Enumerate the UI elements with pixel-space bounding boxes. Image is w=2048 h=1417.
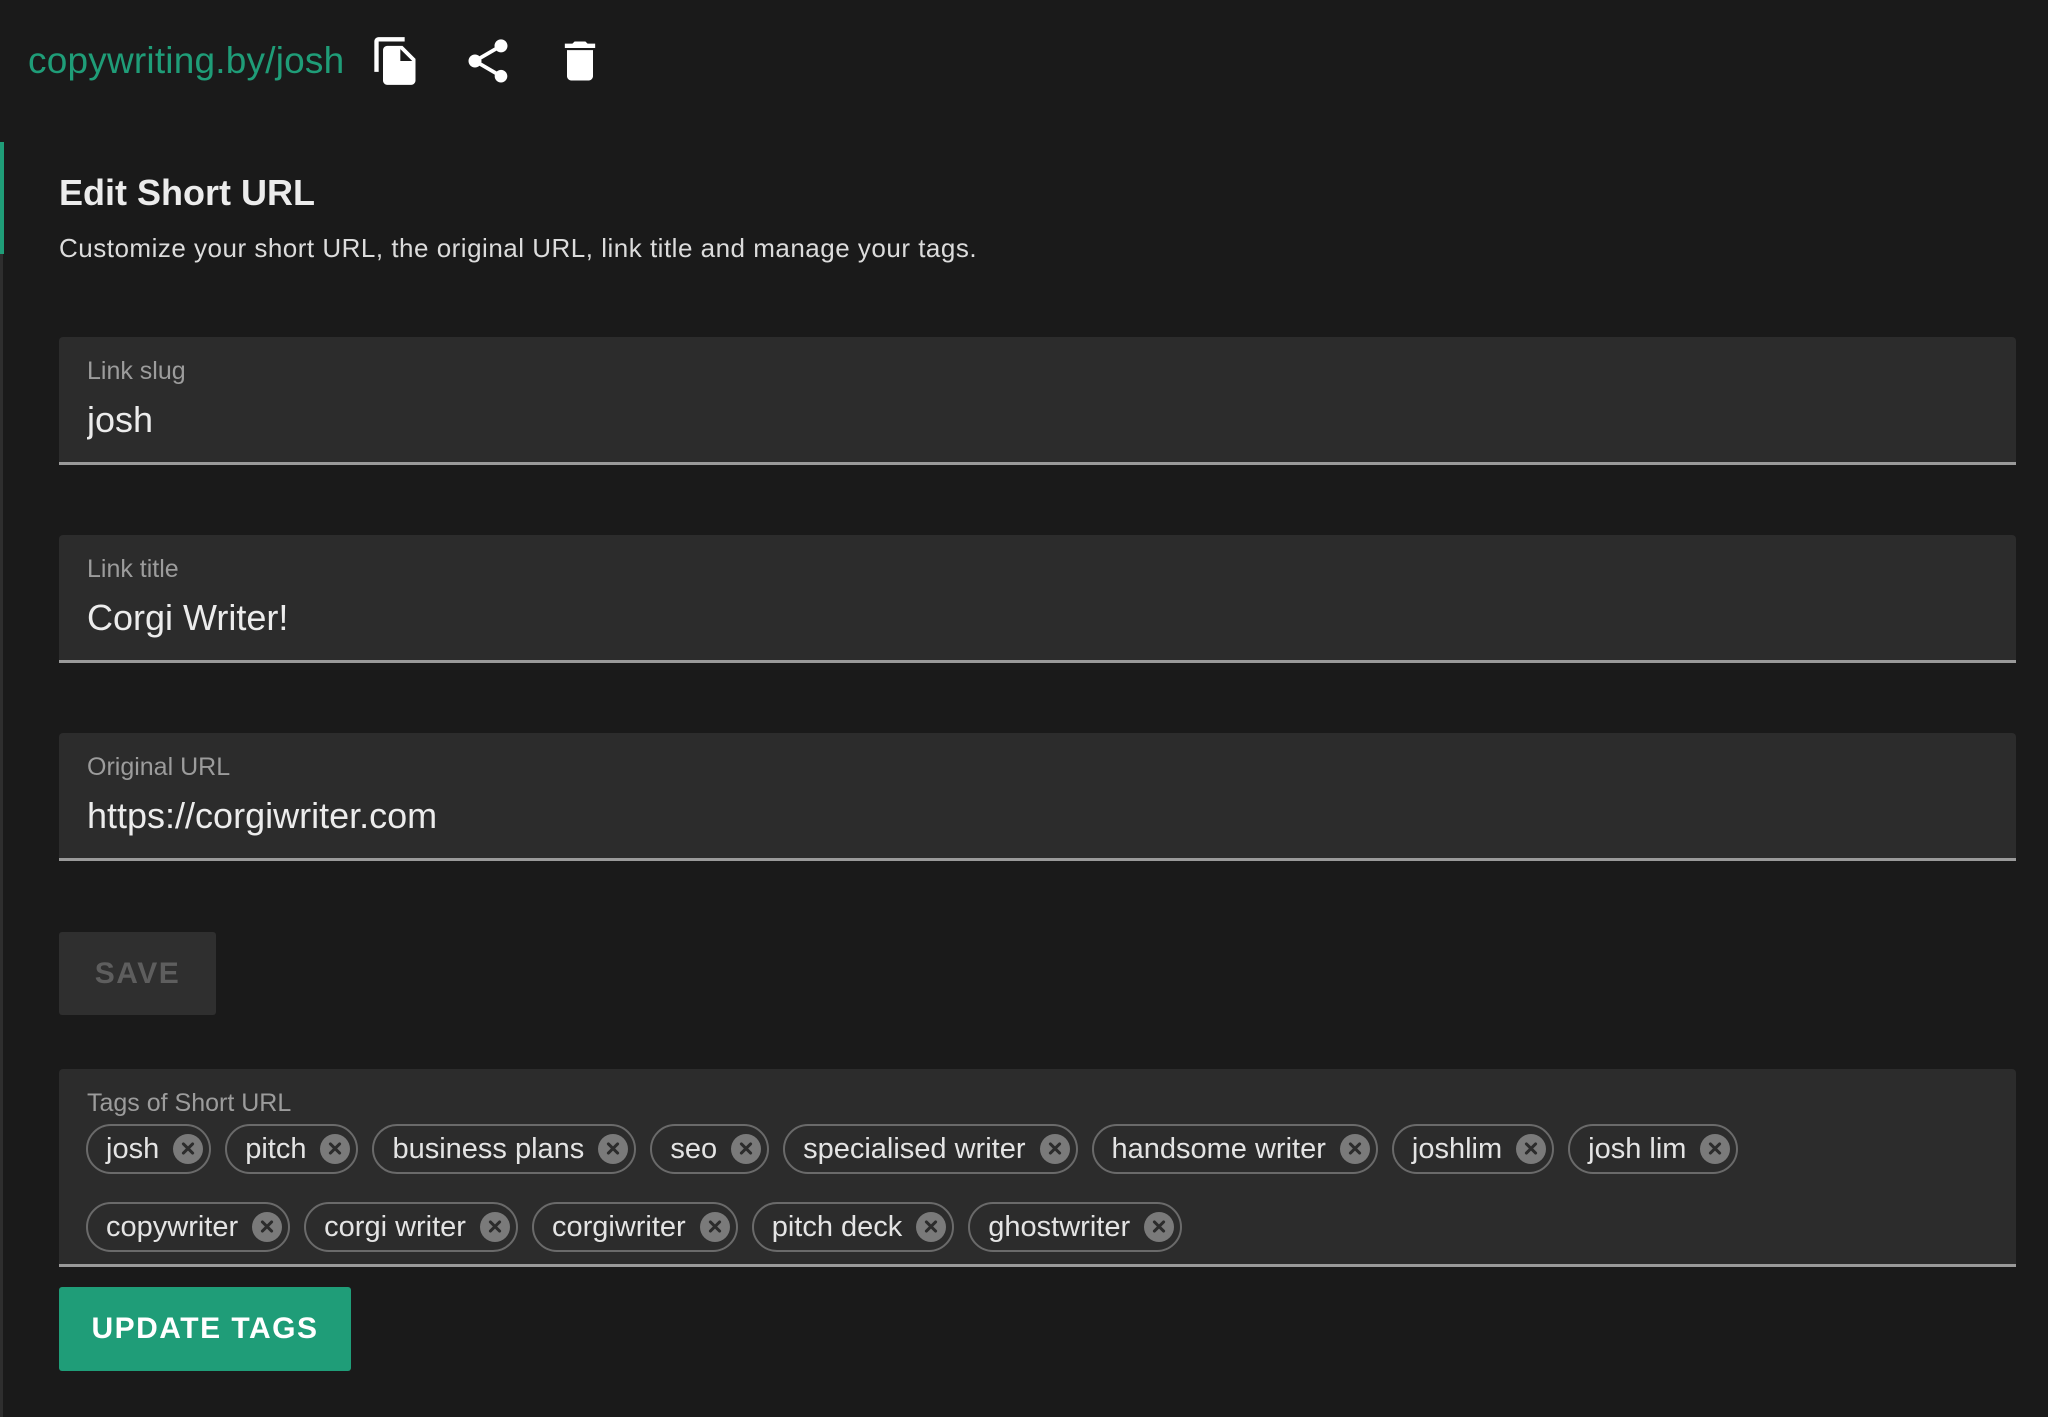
panel-subtitle: Customize your short URL, the original U…: [59, 233, 978, 263]
remove-tag-icon[interactable]: [1516, 1134, 1547, 1164]
panel-accent-bar: [0, 142, 4, 254]
tag-chip: copywriter: [86, 1202, 291, 1252]
save-button[interactable]: SAVE: [59, 932, 216, 1015]
tags-label: Tags of Short URL: [87, 1089, 292, 1117]
tag-chip: ghostwriter: [968, 1202, 1183, 1252]
link-title-field[interactable]: Link title: [59, 535, 2016, 663]
tag-label: ghostwriter: [988, 1210, 1131, 1243]
copy-icon[interactable]: [366, 31, 426, 91]
tag-label: seo: [670, 1132, 718, 1165]
tag-label: josh lim: [1588, 1132, 1687, 1165]
tag-chip: josh lim: [1568, 1124, 1739, 1174]
tag-label: joshlim: [1411, 1132, 1503, 1165]
original-url-label: Original URL: [87, 753, 231, 781]
tag-chip: handsome writer: [1091, 1124, 1378, 1174]
remove-tag-icon[interactable]: [598, 1134, 629, 1164]
tag-label: pitch: [245, 1132, 307, 1165]
link-slug-label: Link slug: [87, 357, 186, 385]
remove-tag-icon[interactable]: [699, 1212, 730, 1242]
remove-tag-icon[interactable]: [479, 1212, 510, 1242]
tag-chip: business plans: [372, 1124, 637, 1174]
tag-label: business plans: [392, 1132, 585, 1165]
panel-title: Edit Short URL: [59, 172, 315, 213]
tag-label: josh: [106, 1132, 160, 1165]
original-url-field[interactable]: Original URL: [59, 733, 2016, 861]
remove-tag-icon[interactable]: [173, 1134, 204, 1164]
tag-chip: seo: [650, 1124, 770, 1174]
tag-chip: corgiwriter: [531, 1202, 738, 1252]
tag-row: copywriter corgi writer corgiwriter pitc…: [86, 1202, 1183, 1252]
link-title-label: Link title: [87, 555, 179, 583]
remove-tag-icon[interactable]: [731, 1134, 762, 1164]
share-icon[interactable]: [458, 31, 518, 91]
edit-short-url-page: copywriting.by/josh Edit Short URL Custo…: [0, 0, 2048, 1417]
tag-chip: joshlim: [1391, 1124, 1555, 1174]
panel-rule: [0, 142, 3, 1417]
remove-tag-icon[interactable]: [1700, 1134, 1731, 1164]
tag-chip: josh: [86, 1124, 212, 1174]
short-url-link[interactable]: copywriting.by/josh: [28, 40, 344, 82]
tag-label: copywriter: [106, 1210, 239, 1243]
tag-chip: pitch deck: [751, 1202, 955, 1252]
tag-chip: pitch: [225, 1124, 359, 1174]
update-tags-button[interactable]: UPDATE TAGS: [59, 1287, 351, 1371]
remove-tag-icon[interactable]: [320, 1134, 351, 1164]
tag-chip: corgi writer: [304, 1202, 518, 1252]
tag-label: corgi writer: [324, 1210, 466, 1243]
tags-field[interactable]: Tags of Short URL josh pitch business pl…: [59, 1069, 2016, 1267]
tag-chip: specialised writer: [783, 1124, 1078, 1174]
link-slug-input[interactable]: [87, 399, 1967, 441]
tag-label: handsome writer: [1111, 1132, 1326, 1165]
top-bar: copywriting.by/josh: [0, 0, 2048, 122]
original-url-input[interactable]: [87, 795, 1967, 837]
remove-tag-icon[interactable]: [1039, 1134, 1070, 1164]
delete-icon[interactable]: [550, 31, 610, 91]
edit-panel: Edit Short URL Customize your short URL,…: [59, 165, 2016, 1371]
link-title-input[interactable]: [87, 597, 1967, 639]
tag-label: pitch deck: [771, 1210, 903, 1243]
tag-row: josh pitch business plans seo specialise…: [86, 1124, 1739, 1174]
remove-tag-icon[interactable]: [252, 1212, 283, 1242]
remove-tag-icon[interactable]: [916, 1212, 947, 1242]
link-slug-field[interactable]: Link slug: [59, 337, 2016, 465]
tag-label: specialised writer: [803, 1132, 1026, 1165]
remove-tag-icon[interactable]: [1339, 1134, 1370, 1164]
remove-tag-icon[interactable]: [1144, 1212, 1175, 1242]
tag-label: corgiwriter: [551, 1210, 686, 1243]
